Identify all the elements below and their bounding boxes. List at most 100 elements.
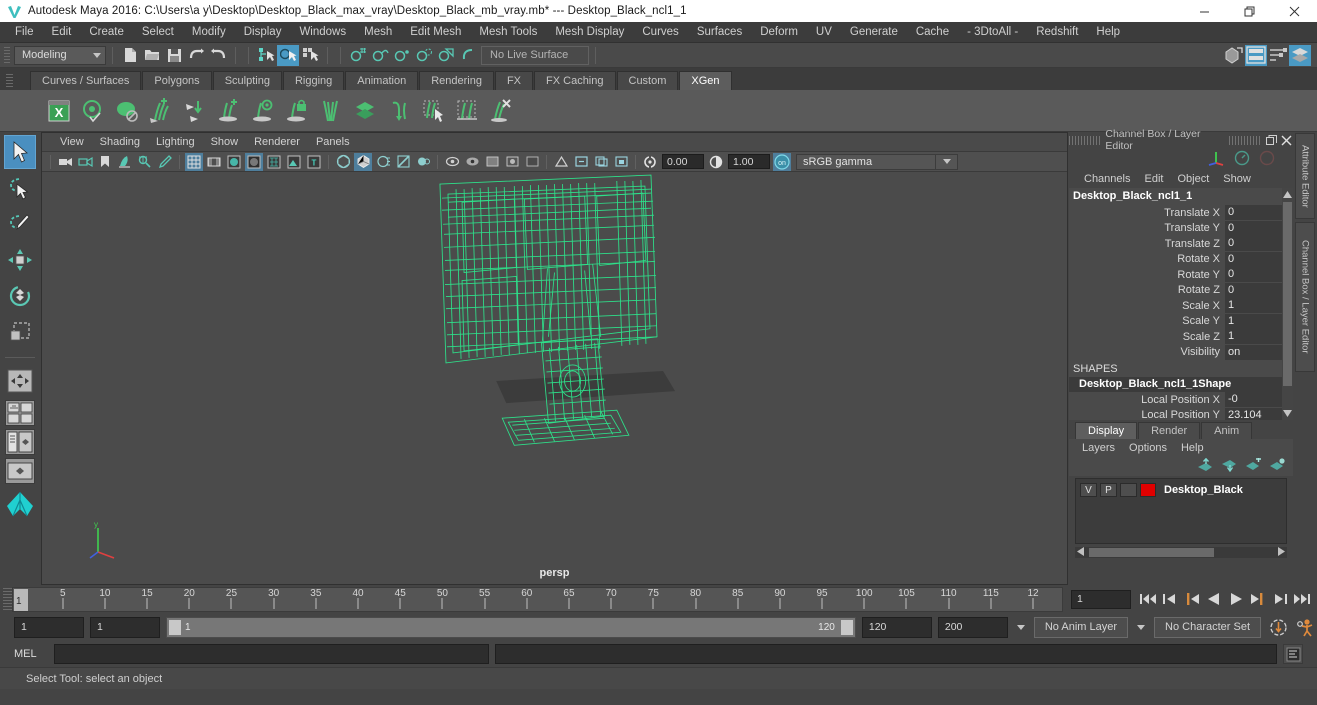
- layer-color-swatch[interactable]: [1140, 483, 1156, 497]
- wireframe-shading-icon[interactable]: [225, 153, 243, 171]
- playback-start-time-field[interactable]: 1: [90, 616, 160, 638]
- live-surface-field[interactable]: No Live Surface: [481, 45, 589, 65]
- animation-preferences-icon[interactable]: [1295, 616, 1317, 638]
- channel-row-local-position-y[interactable]: Local Position Y 23.104: [1069, 407, 1293, 420]
- camera-attributes-icon[interactable]: [76, 153, 94, 171]
- scroll-up-arrow-icon[interactable]: [1282, 188, 1293, 201]
- go-to-start-icon[interactable]: [1137, 588, 1159, 610]
- menu-file[interactable]: File: [6, 23, 43, 42]
- channel-box-shape-name[interactable]: Desktop_Black_ncl1_1Shape: [1069, 377, 1293, 392]
- xgen-delete-guides-icon[interactable]: [486, 96, 516, 126]
- gamma-icon[interactable]: [707, 153, 725, 171]
- show-grid-icon[interactable]: [185, 152, 203, 171]
- new-layer-icon[interactable]: [1245, 456, 1261, 475]
- menuset-selector[interactable]: Modeling: [14, 45, 106, 65]
- menu-create[interactable]: Create: [80, 23, 133, 42]
- undock-panel-icon[interactable]: [1265, 134, 1277, 147]
- channel-row-scale-y[interactable]: Scale Y 1: [1069, 313, 1293, 330]
- menu-select[interactable]: Select: [133, 23, 183, 42]
- viewport-3d-canvas[interactable]: y persp: [42, 172, 1067, 584]
- channel-row-rotate-y[interactable]: Rotate Y 0: [1069, 267, 1293, 283]
- no-manip-icon[interactable]: [1259, 150, 1275, 169]
- step-back-keyframe-icon[interactable]: [1159, 588, 1181, 610]
- shadows-icon[interactable]: [334, 153, 352, 171]
- snap-to-view-planes-button[interactable]: [435, 45, 457, 66]
- layer-name[interactable]: Desktop_Black: [1164, 484, 1243, 496]
- shelf-tab-fx[interactable]: FX: [494, 71, 534, 90]
- select-by-object-type-button[interactable]: [277, 44, 299, 66]
- command-input-field[interactable]: [54, 644, 490, 664]
- viewport-menu-panels[interactable]: Panels: [308, 134, 358, 151]
- xgen-part-guides-icon[interactable]: [316, 96, 346, 126]
- menu-deform[interactable]: Deform: [751, 23, 807, 42]
- xgen-lock-description-icon[interactable]: [282, 96, 312, 126]
- xgen-disable-preview-icon[interactable]: [112, 96, 142, 126]
- move-layer-up-icon[interactable]: [1197, 457, 1213, 475]
- viewport-panel-zoom-icon[interactable]: [572, 153, 590, 171]
- maya-bonus-tools-icon[interactable]: [4, 487, 36, 521]
- xray-mode-icon[interactable]: [463, 153, 481, 171]
- panel-grip-left[interactable]: [1069, 135, 1102, 145]
- shelf-tab-custom[interactable]: Custom: [616, 71, 679, 90]
- vtab-attribute-editor[interactable]: Attribute Editor: [1295, 133, 1315, 219]
- channel-row-translate-y[interactable]: Translate Y 0: [1069, 220, 1293, 237]
- speed-gauge-icon[interactable]: [1234, 150, 1250, 169]
- shelf-tab-rigging[interactable]: Rigging: [282, 71, 345, 90]
- script-editor-icon[interactable]: [1283, 644, 1303, 664]
- channel-row-rotate-z[interactable]: Rotate Z 0: [1069, 282, 1293, 299]
- close-button[interactable]: [1272, 0, 1317, 22]
- channel-box-menu-show[interactable]: Show: [1216, 171, 1258, 187]
- time-slider-grip[interactable]: [3, 588, 12, 610]
- snap-to-curves-button[interactable]: [369, 45, 391, 66]
- save-scene-button[interactable]: [163, 45, 185, 66]
- viewport-menu-lighting[interactable]: Lighting: [148, 134, 203, 151]
- viewport-menu-view[interactable]: View: [52, 134, 92, 151]
- bookmark-icon[interactable]: [96, 153, 114, 171]
- play-backwards-icon[interactable]: [1203, 588, 1225, 610]
- viewport-uv-icon[interactable]: [552, 153, 570, 171]
- last-tool-used-button[interactable]: [4, 364, 36, 398]
- show-hide-channel-box-icon[interactable]: [1289, 44, 1311, 66]
- channel-row-scale-x[interactable]: Scale X 1: [1069, 298, 1293, 314]
- range-start-handle[interactable]: [169, 619, 181, 635]
- select-tool[interactable]: [4, 135, 36, 169]
- character-set-select[interactable]: No Character Set: [1154, 616, 1261, 638]
- layout-single-perspective[interactable]: [5, 400, 35, 426]
- shelf-tab-animation[interactable]: Animation: [345, 71, 419, 90]
- smooth-shade-all-icon[interactable]: [245, 152, 263, 171]
- auto-keyframe-toggle-icon[interactable]: [1267, 616, 1289, 638]
- xgen-add-description-icon[interactable]: [214, 96, 244, 126]
- viewport-grid-toggle-icon[interactable]: [523, 153, 541, 171]
- move-tool[interactable]: [4, 243, 36, 277]
- show-hide-tool-settings-icon[interactable]: [1267, 45, 1289, 66]
- menu-redshift[interactable]: Redshift: [1027, 23, 1087, 42]
- shade-with-wireframe-icon[interactable]: [265, 153, 283, 171]
- xgen-layers-icon[interactable]: [350, 96, 380, 126]
- vtab-channel-box-layer-editor[interactable]: Channel Box / Layer Editor: [1295, 222, 1315, 372]
- menu-modify[interactable]: Modify: [183, 23, 235, 42]
- viewport-panel-paste-icon[interactable]: [612, 153, 630, 171]
- channel-row-rotate-x[interactable]: Rotate X 0: [1069, 251, 1293, 268]
- film-gate-icon[interactable]: [205, 153, 223, 171]
- menu-edit[interactable]: Edit: [43, 23, 81, 42]
- motion-blur-icon[interactable]: [374, 153, 392, 171]
- layout-persp-only[interactable]: [5, 458, 35, 484]
- channel-box-menu-edit[interactable]: Edit: [1137, 171, 1170, 187]
- channel-row-local-position-x[interactable]: Local Position X -0: [1069, 392, 1293, 408]
- xray-active-components-icon[interactable]: [503, 153, 521, 171]
- channel-box-body[interactable]: Desktop_Black_ncl1_1 Translate X 0 Trans…: [1069, 188, 1293, 420]
- statusbar-grip[interactable]: [4, 47, 10, 63]
- tab-render-layers[interactable]: Render: [1138, 422, 1201, 439]
- layer-list[interactable]: V P Desktop_Black: [1075, 478, 1287, 544]
- select-by-hierarchy-button[interactable]: [255, 45, 277, 66]
- layer-list-horizontal-scrollbar[interactable]: [1075, 546, 1287, 559]
- shelf-tab-polygons[interactable]: Polygons: [142, 71, 212, 90]
- layout-outliner-persp[interactable]: [5, 429, 35, 455]
- xgen-preview-icon[interactable]: [78, 96, 108, 126]
- menu-help[interactable]: Help: [1087, 23, 1129, 42]
- animation-end-time-field[interactable]: 200: [937, 616, 1008, 638]
- anim-layer-chevron-down-icon[interactable]: [1014, 617, 1028, 637]
- menu-mesh-display[interactable]: Mesh Display: [546, 23, 633, 42]
- color-management-chevron-down-icon[interactable]: [936, 153, 958, 170]
- scroll-left-arrow-icon[interactable]: [1077, 546, 1085, 559]
